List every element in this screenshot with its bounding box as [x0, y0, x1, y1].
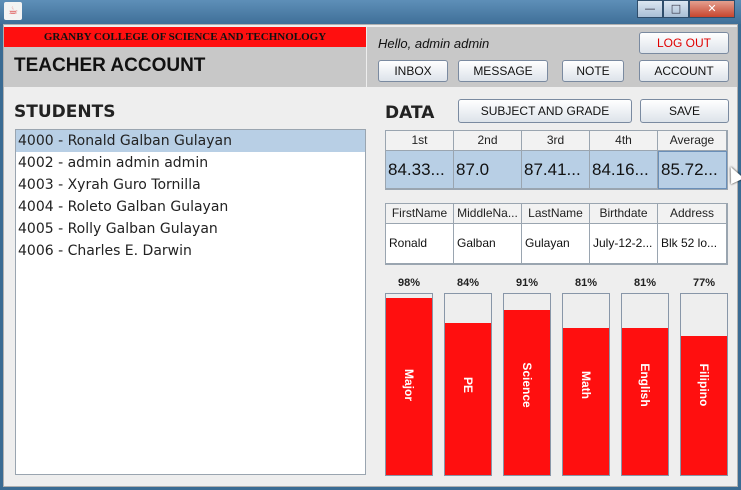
- subject-name: PE: [461, 376, 475, 393]
- logout-button[interactable]: LOG OUT: [639, 32, 729, 54]
- table-header[interactable]: 3rd: [522, 131, 590, 151]
- save-button[interactable]: SAVE: [640, 99, 729, 123]
- subject-percent: 77%: [692, 277, 716, 289]
- subject-percent: 81%: [633, 277, 657, 289]
- subject-percent: 98%: [397, 277, 421, 289]
- table-header[interactable]: FirstName: [386, 204, 454, 224]
- app-window: GRANBY COLLEGE OF SCIENCE AND TECHNOLOGY…: [3, 24, 738, 487]
- table-header[interactable]: Average: [658, 131, 727, 151]
- table-cell[interactable]: Gulayan: [522, 224, 590, 264]
- table-header[interactable]: LastName: [522, 204, 590, 224]
- progress-bar: Math: [562, 293, 610, 476]
- progress-fill: [445, 322, 491, 475]
- subject-percent: 81%: [574, 277, 598, 289]
- subject-name: English: [638, 362, 652, 407]
- subject-name: Filipino: [697, 363, 711, 406]
- list-item[interactable]: 4003 - Xyrah Guro Tornilla: [16, 174, 365, 196]
- subject-name: Major: [402, 368, 416, 401]
- data-heading: DATA: [385, 103, 435, 123]
- page-title: TEACHER ACCOUNT: [14, 55, 206, 76]
- students-heading: STUDENTS: [14, 102, 116, 122]
- grade-cell[interactable]: 87.0: [454, 151, 522, 189]
- list-item[interactable]: 4002 - admin admin admin: [16, 152, 365, 174]
- grade-cell[interactable]: 87.41...: [522, 151, 590, 189]
- table-header[interactable]: 2nd: [454, 131, 522, 151]
- minimize-button[interactable]: —: [637, 0, 663, 18]
- table-header[interactable]: 1st: [386, 131, 454, 151]
- account-button[interactable]: ACCOUNT: [639, 60, 729, 82]
- window-controls: — □ ✕: [637, 0, 735, 18]
- student-list[interactable]: 4000 - Ronald Galban Gulayan 4002 - admi…: [15, 129, 366, 475]
- list-item[interactable]: 4000 - Ronald Galban Gulayan: [16, 130, 365, 152]
- table-header[interactable]: Birthdate: [590, 204, 658, 224]
- progress-bar: English: [621, 293, 669, 476]
- list-item[interactable]: 4004 - Roleto Galban Gulayan: [16, 196, 365, 218]
- table-cell[interactable]: Ronald: [386, 224, 454, 264]
- maximize-button[interactable]: □: [663, 0, 689, 18]
- message-button[interactable]: MESSAGE: [458, 60, 548, 82]
- student-info-table: FirstName MiddleNa... LastName Birthdate…: [385, 203, 728, 265]
- progress-bar: PE: [444, 293, 492, 476]
- close-button[interactable]: ✕: [689, 0, 735, 18]
- java-icon: ☕: [4, 2, 22, 20]
- subject-name: Math: [579, 370, 593, 399]
- grade-cell[interactable]: 84.33...: [386, 151, 454, 189]
- average-cell[interactable]: 85.72...: [658, 151, 727, 189]
- subject-percent: 84%: [456, 277, 480, 289]
- progress-bar: Science: [503, 293, 551, 476]
- table-header[interactable]: 4th: [590, 131, 658, 151]
- grades-table: 1st 2nd 3rd 4th Average 84.33... 87.0 87…: [385, 130, 728, 190]
- greeting-text: Hello, admin admin: [378, 36, 490, 51]
- subject-name: Science: [520, 361, 534, 408]
- table-cell[interactable]: Blk 52 lo...: [658, 224, 727, 264]
- progress-fill: [563, 328, 609, 475]
- table-cell[interactable]: Galban: [454, 224, 522, 264]
- inbox-button[interactable]: INBOX: [378, 60, 448, 82]
- list-item[interactable]: 4005 - Rolly Galban Gulayan: [16, 218, 365, 240]
- grade-cell[interactable]: 84.16...: [590, 151, 658, 189]
- title-bar: ☕ — □ ✕: [0, 0, 741, 24]
- table-header[interactable]: Address: [658, 204, 727, 224]
- college-name: GRANBY COLLEGE OF SCIENCE AND TECHNOLOGY: [4, 27, 366, 47]
- progress-bar: Major: [385, 293, 433, 476]
- note-button[interactable]: NOTE: [562, 60, 624, 82]
- list-item[interactable]: 4006 - Charles E. Darwin: [16, 240, 365, 262]
- table-header[interactable]: MiddleNa...: [454, 204, 522, 224]
- subject-percent: 91%: [515, 277, 539, 289]
- progress-bar: Filipino: [680, 293, 728, 476]
- subject-and-grade-button[interactable]: SUBJECT AND GRADE: [458, 99, 632, 123]
- table-cell[interactable]: July-12-2...: [590, 224, 658, 264]
